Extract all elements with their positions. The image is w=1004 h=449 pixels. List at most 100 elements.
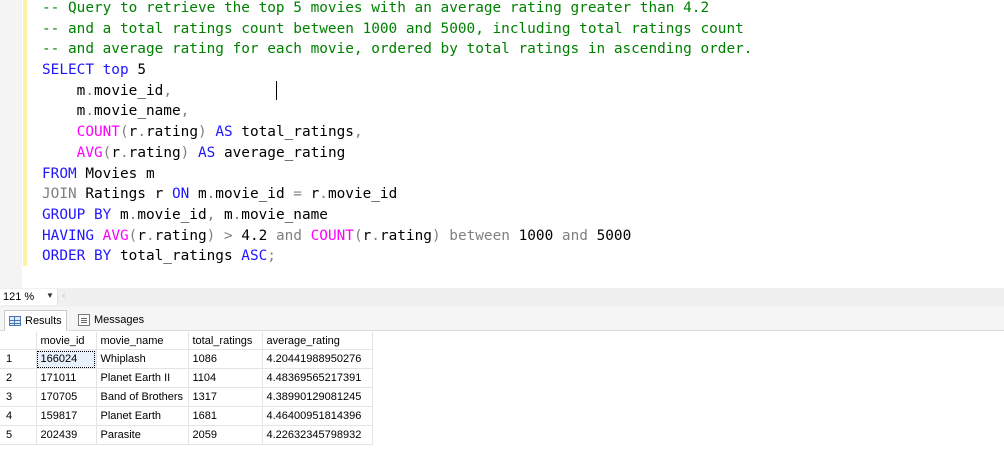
code-token: COUNT — [76, 124, 120, 141]
code-token: ) > — [206, 227, 242, 244]
grid-cell[interactable]: 1681 — [188, 406, 263, 426]
code-line[interactable]: -- and a total ratings count between 100… — [42, 19, 752, 40]
code-token: , — [206, 206, 216, 223]
row-number[interactable]: 1 — [0, 349, 37, 369]
grid-cell[interactable]: 4.48369565217391 — [262, 368, 373, 388]
code-line[interactable]: FROM Movies m — [42, 164, 752, 185]
code-line[interactable]: SELECT top 5 — [42, 60, 752, 81]
code-token: . — [120, 144, 129, 161]
code-line[interactable]: m.movie_id, — [42, 81, 752, 102]
code-token: . — [371, 227, 380, 244]
tab-results[interactable]: Results — [4, 310, 67, 331]
code-token: . — [319, 186, 328, 203]
code-line[interactable]: AVG(r.rating) AS average_rating — [42, 143, 752, 164]
grid-cell[interactable]: 202439 — [36, 425, 97, 445]
code-line[interactable]: ORDER BY total_ratings ASC; — [42, 246, 752, 267]
sql-code[interactable]: -- Query to retrieve the top 5 movies wi… — [42, 0, 752, 267]
code-token: total_ratings — [232, 124, 354, 141]
grid-cell[interactable]: Planet Earth II — [96, 368, 189, 388]
code-token: r — [111, 144, 120, 161]
grid-cell[interactable]: 4.38990129081245 — [262, 387, 373, 407]
grid-cell[interactable]: 4.46400951814396 — [262, 406, 373, 426]
editor-status-strip: 121 % ▼ ‹ — [0, 288, 1004, 307]
code-token: average_rating — [215, 144, 346, 161]
grid-icon — [9, 315, 21, 326]
code-token: . — [85, 82, 94, 99]
row-number[interactable]: 5 — [0, 425, 37, 445]
column-header[interactable]: movie_id — [36, 332, 97, 350]
code-token: m — [111, 206, 129, 223]
grid-corner[interactable] — [0, 332, 37, 350]
grid-cell[interactable]: Whiplash — [96, 349, 189, 369]
row-number[interactable]: 2 — [0, 368, 37, 388]
grid-cell[interactable]: 1317 — [188, 387, 263, 407]
code-line[interactable]: JOIN Ratings r ON m.movie_id = r.movie_i… — [42, 184, 752, 205]
code-token: rating — [146, 124, 198, 141]
table-row[interactable]: 2 171011 Planet Earth II 1104 4.48369565… — [0, 368, 373, 388]
row-number[interactable]: 3 — [0, 387, 37, 407]
code-line[interactable]: COUNT(r.rating) AS total_ratings, — [42, 122, 752, 143]
grid-cell[interactable]: 4.22632345798932 — [262, 425, 373, 445]
tab-messages[interactable]: Messages — [74, 310, 148, 329]
code-line[interactable]: HAVING AVG(r.rating) > 4.2 and COUNT(r.r… — [42, 226, 752, 247]
code-token: and — [275, 227, 311, 244]
horizontal-scrollbar[interactable] — [74, 291, 1004, 304]
table-row[interactable]: 5 202439 Parasite 2059 4.22632345798932 — [0, 425, 373, 445]
code-token: AS — [197, 144, 216, 161]
scroll-left-icon[interactable]: ‹ — [62, 290, 66, 302]
grid-cell[interactable]: 159817 — [36, 406, 97, 426]
messages-icon — [78, 313, 90, 326]
code-token: ; — [267, 248, 276, 265]
column-header[interactable]: total_ratings — [188, 332, 263, 350]
row-number[interactable]: 4 — [0, 406, 37, 426]
code-token: . — [206, 186, 216, 203]
code-token: ) — [431, 227, 450, 244]
grid-cell[interactable]: 2059 — [188, 425, 263, 445]
query-editor[interactable]: -- Query to retrieve the top 5 movies wi… — [0, 0, 1004, 288]
code-line[interactable]: m.movie_name, — [42, 101, 752, 122]
code-token: JOIN — [42, 186, 77, 203]
grid-cell[interactable]: Parasite — [96, 425, 189, 445]
code-token: m — [42, 82, 86, 99]
code-token: 5000 — [596, 227, 632, 244]
grid-header-row: movie_id movie_name total_ratings averag… — [0, 332, 373, 350]
grid-cell[interactable]: 1086 — [188, 349, 263, 369]
code-token: COUNT — [310, 227, 354, 244]
grid-cell[interactable]: Band of Brothers — [96, 387, 189, 407]
results-grid[interactable]: movie_id movie_name total_ratings averag… — [0, 332, 373, 445]
code-line[interactable]: -- Query to retrieve the top 5 movies wi… — [42, 0, 752, 19]
grid-cell[interactable]: Planet Earth — [96, 406, 189, 426]
table-row[interactable]: 3 170705 Band of Brothers 1317 4.3899012… — [0, 387, 373, 407]
code-token: ( — [119, 124, 129, 141]
code-token: movie_id — [94, 82, 164, 99]
code-token: r — [362, 227, 372, 244]
editor-gutter — [0, 0, 22, 288]
code-token: GROUP BY — [42, 206, 112, 223]
change-tracking-bar — [23, 0, 27, 266]
grid-cell[interactable]: 4.20441988950276 — [262, 349, 373, 369]
grid-cell[interactable]: 170705 — [36, 387, 97, 407]
code-token: FROM — [42, 165, 77, 182]
code-token: AVG — [102, 227, 129, 244]
code-token: -- and a total ratings count between 100… — [42, 20, 744, 37]
text-caret — [276, 81, 277, 100]
code-line[interactable]: -- and average rating for each movie, or… — [42, 39, 752, 60]
grid-cell[interactable]: 171011 — [36, 368, 97, 388]
code-token: and — [561, 227, 597, 244]
code-token: -- Query to retrieve the top 5 movies wi… — [42, 0, 710, 16]
grid-cell[interactable]: 166024 — [36, 349, 97, 369]
tab-results-label: Results — [25, 314, 62, 327]
table-row[interactable]: 1 166024 Whiplash 1086 4.20441988950276 — [0, 349, 373, 369]
table-row[interactable]: 4 159817 Planet Earth 1681 4.46400951814… — [0, 406, 373, 426]
code-token: , — [163, 82, 172, 99]
code-line[interactable]: GROUP BY m.movie_id, m.movie_name — [42, 205, 752, 226]
code-token: rating — [379, 227, 432, 244]
zoom-dropdown[interactable]: 121 % ▼ — [0, 289, 58, 305]
column-header[interactable]: movie_name — [96, 332, 189, 350]
code-token: ( — [353, 227, 363, 244]
grid-cell[interactable]: 1104 — [188, 368, 263, 388]
code-token: r — [137, 227, 146, 244]
code-token: between — [449, 227, 519, 244]
column-header[interactable]: average_rating — [262, 332, 373, 350]
